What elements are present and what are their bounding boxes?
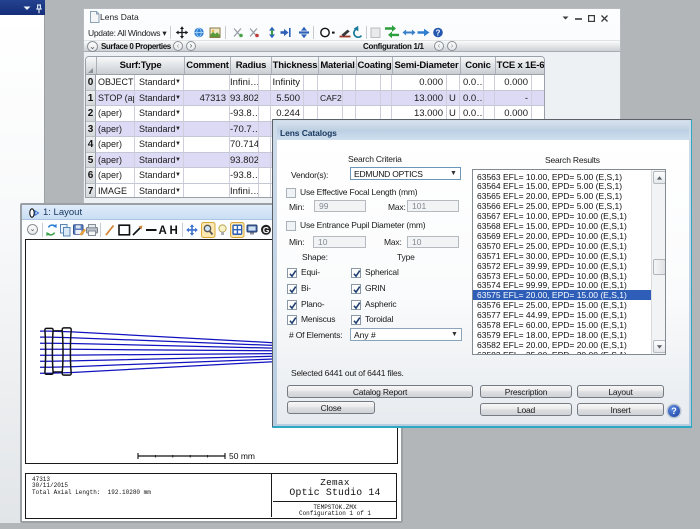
svg-text:A: A: [159, 225, 167, 237]
svg-text:G: G: [263, 225, 270, 235]
svg-text:H: H: [170, 225, 178, 237]
svg-text:?: ?: [436, 29, 441, 38]
